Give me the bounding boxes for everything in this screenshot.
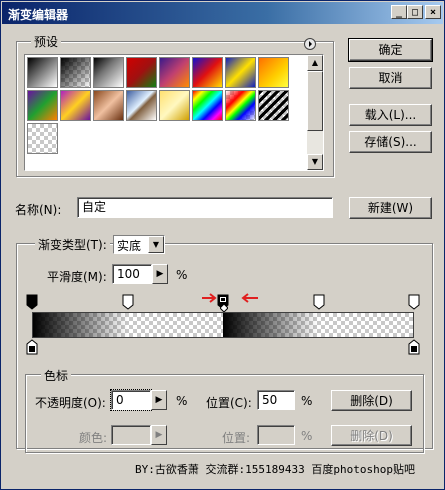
preset-swatch-black-to-white-2[interactable] xyxy=(93,57,124,88)
preset-swatch-yellow-violet-orange[interactable] xyxy=(60,90,91,121)
ok-button[interactable]: 确定 xyxy=(348,38,433,62)
stops-group-label: 色标 xyxy=(41,367,72,384)
preset-swatch-violet-green-orange[interactable] xyxy=(27,90,58,121)
preset-swatch-transparent-rainbow[interactable] xyxy=(225,90,256,121)
left-arrow-indicator-icon xyxy=(200,292,270,307)
preset-swatch-fill xyxy=(160,91,189,120)
preset-swatch-fill xyxy=(28,58,57,87)
opacity-arrow-icon[interactable]: ▶ xyxy=(151,390,167,410)
smoothness-label: 平滑度(M): xyxy=(47,270,107,284)
preset-swatch-fill xyxy=(94,91,123,120)
scroll-thumb[interactable] xyxy=(307,71,323,131)
gradient-type-label: 渐变类型(T): xyxy=(35,236,110,253)
presets-label: 预设 xyxy=(31,33,62,50)
preset-swatch-spectrum[interactable] xyxy=(192,90,223,121)
preset-swatch-black-to-white[interactable] xyxy=(27,57,58,88)
presets-menu-icon[interactable] xyxy=(304,38,316,50)
load-button[interactable]: 载入(L)... xyxy=(349,104,432,126)
presets-scrollbar[interactable]: ▲ ▼ xyxy=(307,55,323,170)
color-location-label: 位置: xyxy=(222,431,251,445)
color-arrow-icon: ▶ xyxy=(151,425,167,445)
gradient-type-select[interactable]: 实底 ▼ xyxy=(113,235,165,254)
color-swatch-field xyxy=(111,425,151,445)
delete-opacity-stop-button[interactable]: 删除(D) xyxy=(331,390,412,411)
color-stop-marker-icon[interactable] xyxy=(408,339,420,355)
preset-swatch-fill xyxy=(61,91,90,120)
minimize-button[interactable]: _ xyxy=(391,5,407,19)
maximize-button[interactable]: □ xyxy=(407,5,423,19)
gradient-type-value: 实底 xyxy=(117,239,142,253)
preset-swatch-chrome[interactable] xyxy=(126,90,157,121)
location-label: 位置(C): xyxy=(206,396,252,410)
save-button[interactable]: 存储(S)... xyxy=(349,131,432,153)
preset-swatch-fill xyxy=(160,58,189,87)
delete-color-stop-button: 删除(D) xyxy=(331,425,412,446)
preset-swatch-yellow-gold[interactable] xyxy=(159,90,190,121)
preset-swatch-orange-yellow[interactable] xyxy=(258,57,289,88)
opacity-input[interactable]: 0 xyxy=(110,389,152,411)
name-input[interactable]: 自定 xyxy=(77,197,333,218)
color-stop-marker-icon[interactable] xyxy=(26,339,38,355)
opacity-stop-marker-icon[interactable] xyxy=(408,294,420,310)
preset-swatch-fill xyxy=(259,58,288,87)
opacity-unit: % xyxy=(176,394,188,408)
preset-swatch-transparent[interactable] xyxy=(27,123,58,154)
opacity-stop-marker-icon[interactable] xyxy=(26,294,38,310)
gradient-editor-window: 渐变编辑器 _ □ × 确定 取消 载入(L)... 存储(S)... 预设 ▲… xyxy=(0,0,445,490)
preset-swatch-fill xyxy=(259,91,288,120)
preset-swatch-fill xyxy=(127,58,156,87)
footer-credit: BY:古欲香萧 交流群:155189433 百度photoshop贴吧 xyxy=(135,463,415,476)
close-button[interactable]: × xyxy=(425,5,441,19)
color-label: 颜色: xyxy=(79,431,108,445)
location-input[interactable]: 50 xyxy=(257,390,295,410)
preset-swatch-red-green[interactable] xyxy=(126,57,157,88)
scroll-up-button[interactable]: ▲ xyxy=(307,55,323,71)
preset-swatch-copper[interactable] xyxy=(93,90,124,121)
preset-swatch-blue-yellow-blue[interactable] xyxy=(225,57,256,88)
preset-swatch-blue-red-yellow[interactable] xyxy=(192,57,223,88)
opacity-stop-marker-icon[interactable] xyxy=(122,294,133,310)
color-location-input xyxy=(257,425,295,445)
preset-swatch-fill xyxy=(193,58,222,87)
presets-list[interactable]: ▲ ▼ xyxy=(24,54,324,171)
scroll-down-button[interactable]: ▼ xyxy=(307,154,323,170)
preset-swatch-violet-orange[interactable] xyxy=(159,57,190,88)
preset-swatch-fill xyxy=(226,91,255,120)
preset-swatch-fill xyxy=(226,58,255,87)
new-button[interactable]: 新建(W) xyxy=(349,197,432,219)
opacity-stop-marker-icon[interactable] xyxy=(313,294,324,310)
preset-swatch-fill xyxy=(28,124,57,153)
gradient-fill xyxy=(33,313,413,337)
color-location-unit: % xyxy=(301,429,313,443)
preset-swatch-transparent-stripes[interactable] xyxy=(258,90,289,121)
chevron-down-icon[interactable]: ▼ xyxy=(148,236,164,253)
preset-swatch-fill xyxy=(94,58,123,87)
preset-swatch-fill xyxy=(127,91,156,120)
smoothness-arrow-icon[interactable]: ▶ xyxy=(152,264,168,284)
preset-swatch-fill xyxy=(28,91,57,120)
opacity-label: 不透明度(O): xyxy=(35,396,106,410)
smoothness-unit: % xyxy=(176,268,188,282)
window-title: 渐变编辑器 xyxy=(8,8,69,22)
preset-swatch-checker-black[interactable] xyxy=(60,57,91,88)
cancel-button[interactable]: 取消 xyxy=(349,67,432,89)
name-label: 名称(N): xyxy=(15,203,62,217)
location-unit: % xyxy=(301,394,313,408)
title-bar: 渐变编辑器 _ □ × xyxy=(2,2,443,24)
preset-swatch-fill xyxy=(61,58,90,87)
smoothness-input[interactable]: 100 xyxy=(112,264,152,284)
gradient-preview-bar[interactable] xyxy=(32,312,414,338)
preset-swatch-fill xyxy=(193,91,222,120)
